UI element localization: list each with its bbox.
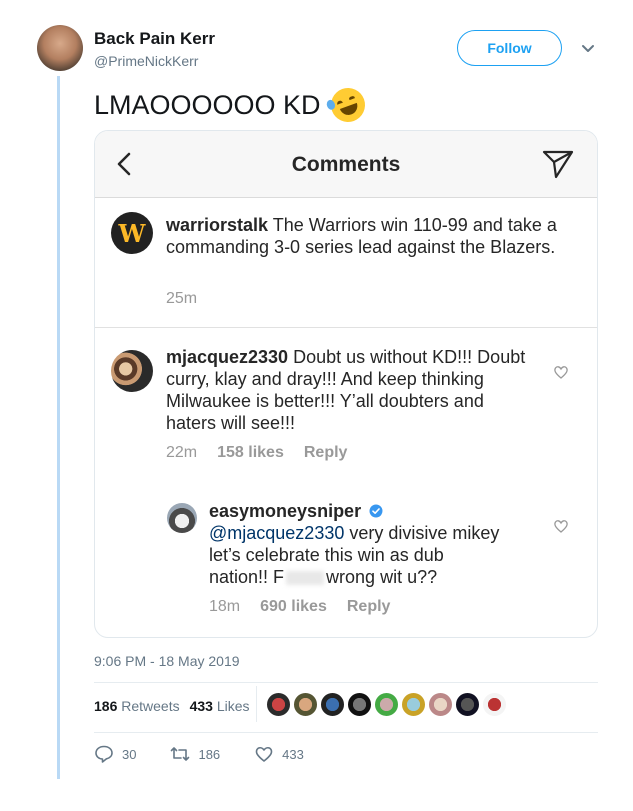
chevron-down-icon[interactable]: [580, 40, 596, 56]
censored-blur: [286, 571, 325, 585]
reply-line2: let’s celebrate this win as dub: [209, 545, 444, 565]
liker-avatar[interactable]: [482, 692, 507, 717]
tweet-actions: 30 186 433: [94, 744, 338, 764]
comments-list: mjacquez2330 Doubt us without KD!!! Doub…: [95, 328, 597, 636]
tweet-body: LMAOOOOOO KD: [94, 90, 321, 120]
warriors-logo: W: [111, 212, 153, 254]
likes-count: 433: [189, 698, 213, 714]
follow-button[interactable]: Follow: [457, 30, 562, 66]
comment-username: mjacquez2330: [166, 347, 289, 367]
comment-meta: 22m 158 likes Reply: [166, 444, 347, 462]
reply-time: 18m: [209, 598, 241, 615]
reply-line3-pre: nation!! F: [209, 567, 285, 587]
reply-likes: 690 likes: [260, 598, 327, 615]
retweets-stat[interactable]: 186 Retweets: [94, 698, 180, 714]
comment-likes: 158 likes: [217, 444, 284, 461]
divider: [94, 732, 598, 733]
heart-icon: [554, 520, 568, 533]
comment-time: 22m: [166, 444, 198, 461]
liker-avatar[interactable]: [455, 692, 480, 717]
liker-avatar[interactable]: [428, 692, 453, 717]
author-display-name[interactable]: Back Pain Kerr: [94, 29, 215, 49]
heart-icon: [255, 746, 273, 762]
likes-stat[interactable]: 433 Likes: [190, 698, 250, 714]
retweets-count: 186: [94, 698, 118, 714]
liker-avatar[interactable]: [347, 692, 372, 717]
liker-avatar[interactable]: [401, 692, 426, 717]
tweet-timestamp[interactable]: 9:06 PM - 18 May 2019: [94, 653, 240, 669]
post-caption: W warriorstalk The Warriors win 110-99 a…: [95, 198, 597, 328]
reply-mention: @mjacquez2330: [209, 523, 345, 543]
reply-line3-post: wrong wit u??: [326, 567, 438, 587]
liker-avatar[interactable]: [374, 692, 399, 717]
comments-title: Comments: [291, 153, 401, 176]
liker-avatars: [266, 692, 507, 717]
author-avatar[interactable]: [37, 25, 83, 71]
embedded-image-card[interactable]: Comments W warriorstalk The Warriors win…: [94, 130, 598, 638]
reply-icon: [95, 745, 113, 763]
liker-avatar[interactable]: [266, 692, 291, 717]
warriors-logo-letter: W: [118, 218, 146, 248]
tweet-text: LMAOOOOOO KD: [94, 83, 370, 127]
like-action[interactable]: 433: [254, 744, 304, 764]
divider: [94, 682, 598, 683]
caption-text: warriorstalk The Warriors win 110-99 and…: [166, 214, 586, 258]
reply-username: easymoneysniper: [209, 501, 362, 521]
thread-line: [57, 76, 60, 779]
retweets-label: Retweets: [121, 698, 180, 714]
comment-avatar: [111, 350, 153, 392]
author-info[interactable]: Back Pain Kerr @PrimeNickKerr: [94, 29, 215, 71]
likes-label: Likes: [216, 698, 250, 714]
reply-line1: very divisive mikey: [349, 523, 500, 543]
liker-avatar[interactable]: [320, 692, 345, 717]
reply-reply: Reply: [346, 598, 391, 615]
reply-avatar: [167, 503, 197, 533]
laughing-emoji-icon: [324, 83, 370, 127]
comments-header: Comments: [95, 131, 597, 198]
like-count: 433: [282, 746, 304, 762]
reply-action[interactable]: 30: [94, 744, 136, 764]
heart-icon: [554, 366, 568, 379]
comment-text: mjacquez2330 Doubt us without KD!!! Doub…: [166, 346, 526, 434]
author-handle[interactable]: @PrimeNickKerr: [94, 51, 215, 71]
reply-count: 30: [122, 746, 137, 762]
retweet-action[interactable]: 186: [170, 744, 220, 764]
tweet-stats: 186 Retweets 433 Likes: [94, 698, 250, 714]
retweet-icon: [171, 747, 190, 761]
caption-username: warriorstalk: [166, 215, 269, 235]
reply-meta: 18m 690 likes Reply: [209, 598, 390, 616]
stats-separator: [256, 686, 257, 722]
reply-text: easymoneysniper @mjacquez2330 very divis…: [209, 500, 539, 588]
comment-reply: Reply: [303, 444, 348, 461]
caption-time: 25m: [166, 290, 198, 307]
retweet-count: 186: [198, 746, 221, 762]
caption-meta: 25m: [166, 290, 197, 308]
send-icon: [542, 150, 574, 179]
liker-avatar[interactable]: [293, 692, 318, 717]
verified-badge-icon: [369, 504, 383, 518]
